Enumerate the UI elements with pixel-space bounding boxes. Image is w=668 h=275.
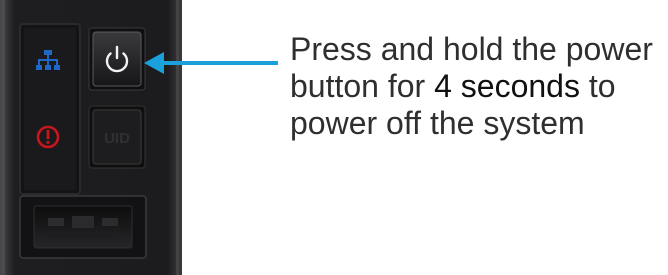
usb-port	[19, 195, 147, 259]
arrow-left-icon	[140, 48, 285, 78]
instruction-text: to	[579, 68, 616, 104]
server-front-panel: UID	[0, 0, 182, 275]
instruction-text: button for	[290, 68, 435, 104]
power-off-instruction: Press and hold the power button for 4 se…	[290, 31, 660, 142]
power-button[interactable]	[88, 27, 146, 91]
led-column	[19, 23, 81, 195]
instruction-line-2: button for 4 seconds to	[290, 68, 660, 105]
uid-button[interactable]: UID	[88, 105, 146, 169]
instruction-line-3: power off the system	[290, 105, 585, 141]
uid-icon: UID	[104, 130, 130, 147]
instruction-line-1: Press and hold the power	[290, 31, 653, 67]
instruction-duration: 4 seconds	[434, 68, 580, 104]
